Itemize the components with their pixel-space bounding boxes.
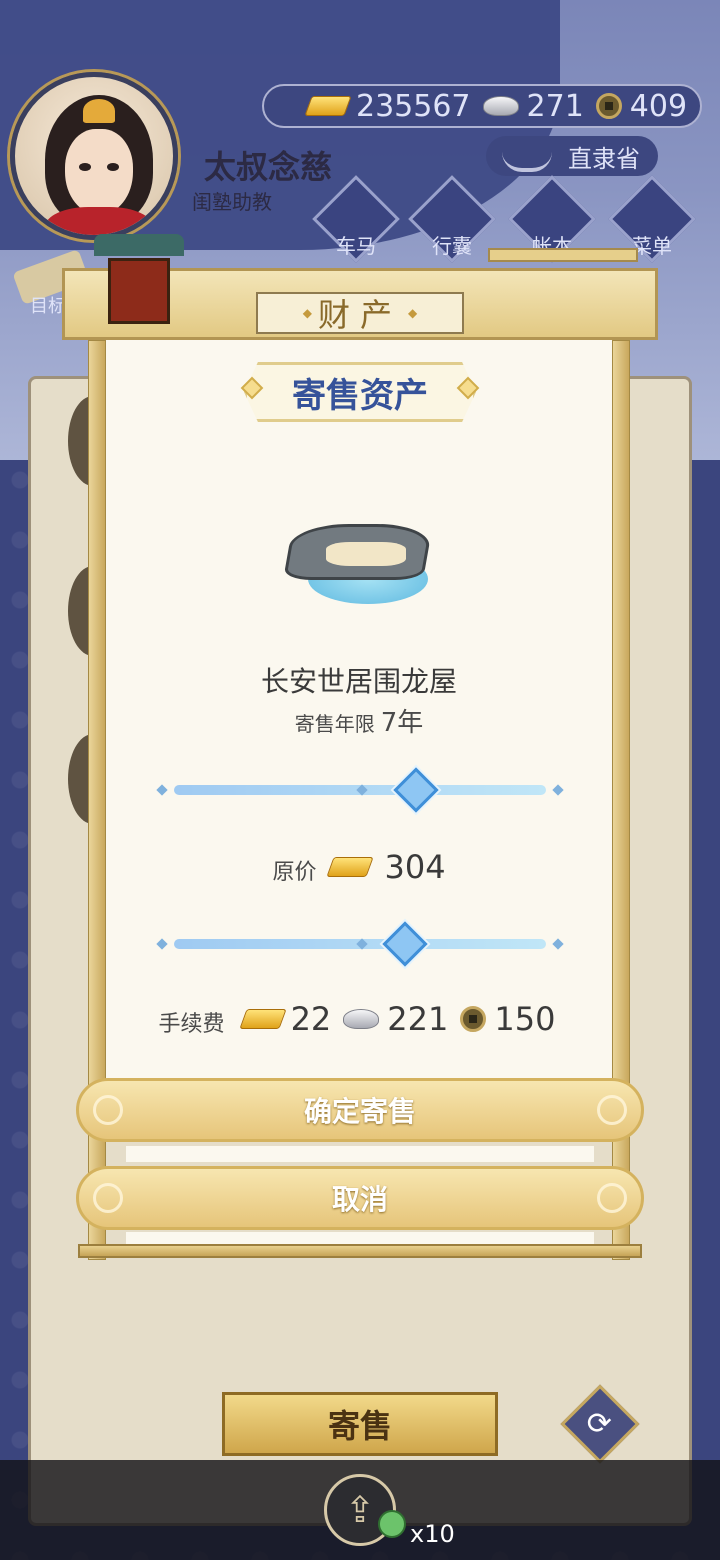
avatar-eye bbox=[107, 163, 119, 171]
modal-bottom-rod bbox=[78, 1244, 642, 1258]
term-row: 寄售年限 7年 bbox=[106, 702, 612, 739]
sell-button[interactable]: 寄售 bbox=[222, 1392, 498, 1456]
avatar-crown bbox=[83, 99, 115, 123]
gold-ingot-icon bbox=[326, 857, 375, 877]
location-button[interactable]: 直隶省 bbox=[486, 136, 658, 176]
coin-amount: 409 bbox=[629, 88, 688, 124]
player-avatar[interactable] bbox=[10, 72, 178, 240]
fee-silver: 221 bbox=[387, 1000, 449, 1038]
term-label: 寄售年限 bbox=[294, 712, 375, 736]
confirm-label: 确定寄售 bbox=[303, 1095, 416, 1128]
nav-carriage-button[interactable]: 车马 bbox=[312, 175, 400, 263]
player-title: 闺塾助教 bbox=[192, 190, 272, 214]
refresh-icon: ⟳ bbox=[586, 1406, 612, 1442]
slider-end bbox=[552, 784, 564, 796]
modal-scroll-strip bbox=[126, 1232, 594, 1244]
cancel-button[interactable]: 取消 bbox=[76, 1166, 644, 1230]
silver-ingot-icon bbox=[343, 1009, 380, 1029]
cloud-ornament-icon bbox=[597, 1095, 627, 1125]
slider-end bbox=[552, 938, 564, 950]
gate-door bbox=[108, 258, 170, 324]
silver-ingot-icon bbox=[482, 96, 519, 116]
gold-amount: 235567 bbox=[356, 88, 471, 124]
share-icon: ⇪ bbox=[344, 1489, 376, 1531]
avatar-face bbox=[65, 129, 133, 215]
copper-coin-icon bbox=[595, 93, 622, 119]
price-slider[interactable] bbox=[156, 921, 564, 967]
cloud-ornament-icon bbox=[597, 1183, 627, 1213]
player-name: 太叔念慈 bbox=[204, 148, 333, 186]
price-row: 原价 304 bbox=[106, 848, 612, 886]
nav-bag-button[interactable]: 行囊 bbox=[408, 175, 496, 263]
asset-image bbox=[283, 518, 434, 604]
fee-label: 手续费 bbox=[158, 1012, 225, 1037]
currency-bar: 235567 271 409 bbox=[262, 84, 702, 128]
term-slider[interactable] bbox=[156, 767, 564, 813]
gate-icon bbox=[94, 234, 184, 326]
teapot-icon bbox=[502, 142, 552, 172]
avatar-eye bbox=[79, 163, 91, 171]
gate-roof bbox=[94, 234, 184, 256]
silver-amount: 271 bbox=[526, 88, 584, 124]
fee-gold: 22 bbox=[290, 1000, 332, 1038]
section-title: 寄售资产 bbox=[244, 362, 476, 422]
section-title-text: 寄售资产 bbox=[292, 375, 428, 416]
slider-end bbox=[156, 784, 168, 796]
cloud-ornament-icon bbox=[93, 1095, 123, 1125]
modal-top-rod bbox=[488, 248, 638, 262]
cloud-ornament-icon bbox=[93, 1183, 123, 1213]
asset-courtyard bbox=[326, 542, 406, 566]
confirm-sell-button[interactable]: 确定寄售 bbox=[76, 1078, 644, 1142]
slider-thumb[interactable] bbox=[393, 767, 439, 813]
pea-mascot-icon bbox=[378, 1510, 406, 1538]
sell-label: 寄售 bbox=[327, 1407, 392, 1445]
price-value: 304 bbox=[384, 848, 446, 886]
share-count: x10 bbox=[410, 1520, 455, 1548]
nav-label: 行囊 bbox=[432, 234, 472, 258]
gold-ingot-icon bbox=[304, 96, 352, 116]
modal-title: 财产 bbox=[256, 292, 464, 334]
slider-end bbox=[156, 938, 168, 950]
location-label: 直隶省 bbox=[568, 144, 640, 173]
modal-title-text: 财产 bbox=[317, 296, 402, 334]
goal-label: 目标 bbox=[30, 296, 66, 317]
cancel-label: 取消 bbox=[331, 1183, 388, 1216]
fee-coin: 150 bbox=[494, 1000, 556, 1038]
nav-label: 菜单 bbox=[632, 234, 672, 258]
price-label: 原价 bbox=[272, 860, 317, 885]
asset-name: 长安世居围龙屋 bbox=[260, 665, 457, 698]
nav-label: 车马 bbox=[336, 234, 376, 258]
gold-ingot-icon bbox=[238, 1009, 287, 1029]
modal-scroll-strip bbox=[126, 1146, 594, 1162]
term-value: 7年 bbox=[380, 708, 424, 738]
slider-thumb[interactable] bbox=[381, 921, 428, 967]
fee-row: 手续费 22 221 150 bbox=[106, 1000, 612, 1038]
copper-coin-icon bbox=[460, 1006, 487, 1032]
